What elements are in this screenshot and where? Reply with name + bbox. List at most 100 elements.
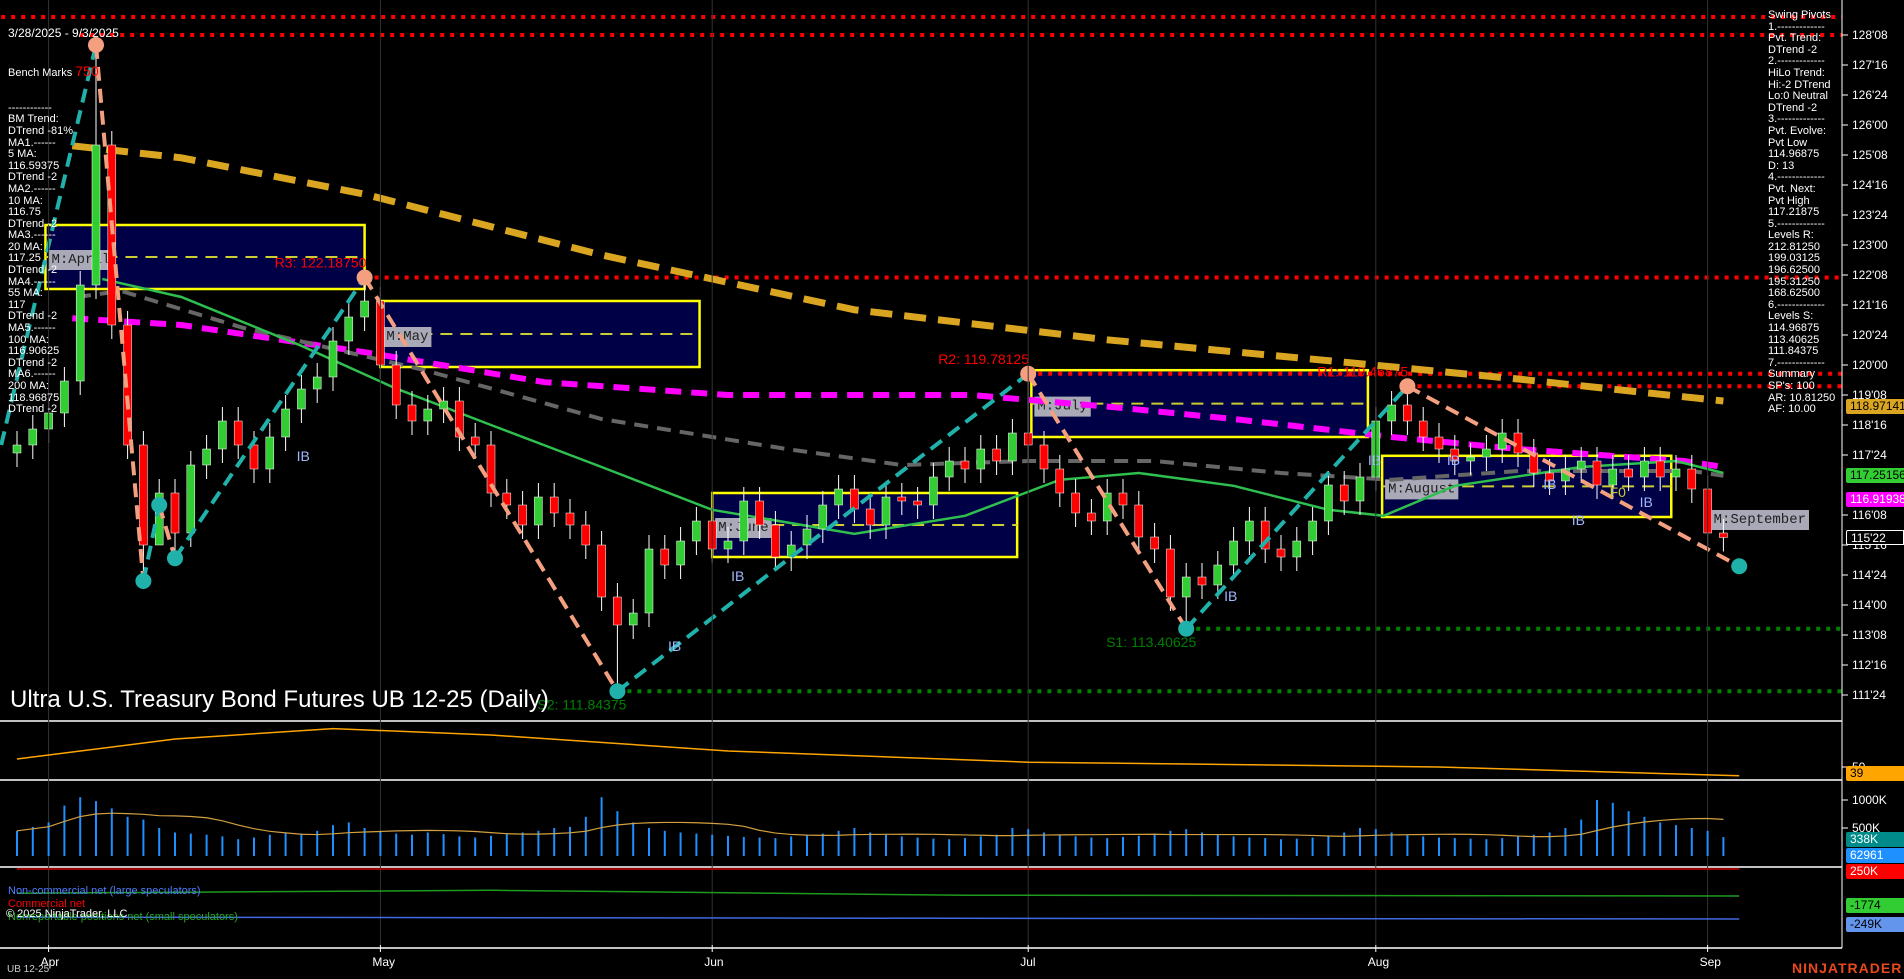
- candle-up: [1245, 521, 1253, 541]
- candle-down: [1403, 405, 1411, 421]
- info-line: Pvt. Evolve:: [1768, 126, 1835, 138]
- candle-down: [1656, 461, 1664, 477]
- swing-pivot-dot: [1178, 621, 1194, 637]
- candle-up: [945, 461, 953, 477]
- y-tick-label: 127'16: [1852, 58, 1888, 72]
- price-badge-last: 115'22: [1846, 530, 1904, 545]
- info-line: MA2.------: [8, 184, 119, 196]
- candle-up: [882, 497, 890, 525]
- ma100-line: [72, 318, 1723, 467]
- candle-up: [1467, 457, 1475, 461]
- ib-marker: IB: [668, 638, 681, 654]
- y-tick-label: 118'16: [1852, 418, 1887, 432]
- copyright: © 2025 NinjaTrader, LLC: [6, 908, 127, 920]
- candle-up: [534, 497, 542, 525]
- candle-up: [218, 421, 226, 449]
- monthly-label: M:May: [386, 329, 428, 345]
- candle-up: [187, 465, 195, 533]
- legend-noncommercial: Non-commercial net (large speculators): [8, 885, 201, 897]
- ib-marker: IB: [1368, 452, 1381, 468]
- candle-down: [1151, 537, 1159, 549]
- ib-marker: IB: [297, 448, 310, 464]
- info-line: 5 MA:: [8, 149, 119, 161]
- main-panel: M:AprilM:MayM:JuneM:JulyM:AugustM:Septem…: [1, 17, 1842, 712]
- info-line: Pvt. Next:: [1768, 184, 1835, 196]
- info-line: 117.21875: [1768, 207, 1835, 219]
- y-tick-label: 114'24: [1852, 568, 1887, 582]
- price-badge-cot_small: -1774: [1846, 898, 1904, 913]
- candle-up: [424, 409, 432, 421]
- candle-down: [598, 545, 606, 597]
- swing-pivot-dot: [167, 550, 183, 566]
- candle-down: [1340, 485, 1348, 501]
- candle-up: [297, 389, 305, 409]
- y-tick-label: 114'00: [1852, 598, 1887, 612]
- candle-down: [1056, 469, 1064, 493]
- price-badge-osc: 39: [1846, 766, 1904, 781]
- candle-up: [13, 445, 21, 453]
- candle-up: [1577, 461, 1585, 469]
- candle-up: [677, 541, 685, 565]
- bench-marks-value: 750: [75, 66, 98, 78]
- info-line: Swing Pivots: [1768, 10, 1835, 22]
- price-badge-ma200: 118.97141: [1846, 399, 1904, 414]
- ib-marker: F0: [1610, 484, 1627, 500]
- y-tick-label: 125'08: [1852, 148, 1888, 162]
- y-tick-label: 117'24: [1852, 448, 1887, 462]
- info-line: AF: 10.00: [1768, 404, 1835, 416]
- pivot-level-label: S2: 111.84375: [537, 696, 626, 712]
- info-line: HiLo Trend:: [1768, 68, 1835, 80]
- swing-pivot-dot: [135, 573, 151, 589]
- candle-up: [440, 401, 448, 409]
- candle-down: [1040, 445, 1048, 469]
- date-range: 3/28/2025 - 9/3/2025: [8, 28, 119, 40]
- pivot-level-label: R2: 119.78125: [938, 351, 1029, 367]
- price-badge-ma100: 116.91938: [1846, 492, 1904, 507]
- price-badge-vol: 338K: [1846, 832, 1904, 847]
- benchmark-panel: 3/28/2025 - 9/3/2025 Bench Marks 750 ---…: [8, 5, 119, 427]
- pivot-level-label: S1: 113.40625: [1106, 634, 1196, 650]
- swing-pivot-dot: [357, 270, 373, 286]
- candle-down: [866, 509, 874, 525]
- x-tick-label: Sep: [1700, 955, 1722, 969]
- candle-up: [1230, 541, 1238, 565]
- candle-up: [1482, 449, 1490, 457]
- price-chart[interactable]: M:AprilM:MayM:JuneM:JulyM:AugustM:Septem…: [0, 0, 1904, 979]
- y-tick-label: 116'08: [1852, 508, 1887, 522]
- chart-title: Ultra U.S. Treasury Bond Futures UB 12-2…: [10, 686, 549, 714]
- candle-up: [1008, 433, 1016, 461]
- cot-small-line: [17, 890, 1739, 896]
- ib-marker: IB: [731, 568, 744, 584]
- info-line: 114.96875: [1768, 149, 1835, 161]
- candle-up: [1388, 405, 1396, 421]
- info-line: SP's: 100: [1768, 381, 1835, 393]
- candle-up: [629, 613, 637, 625]
- candle-down: [1072, 493, 1080, 513]
- y-tick-label: 128'08: [1852, 28, 1888, 42]
- info-line: DTrend -81%: [8, 126, 119, 138]
- monthly-label: M:September: [1714, 512, 1806, 528]
- y-tick-label: 120'00: [1852, 358, 1888, 372]
- candle-down: [1087, 513, 1095, 521]
- candle-down: [471, 437, 479, 445]
- ninjatrader-logo: NINJATRADER: [1792, 960, 1902, 976]
- candle-up: [329, 341, 337, 377]
- candle-down: [1688, 469, 1696, 489]
- y-tick-label: 112'16: [1852, 658, 1887, 672]
- ib-marker: IB: [1572, 512, 1585, 528]
- candle-up: [819, 505, 827, 529]
- candle-up: [282, 409, 290, 437]
- candle-down: [408, 405, 416, 421]
- cot-large-line: [17, 917, 1739, 919]
- candle-down: [1625, 469, 1633, 477]
- price-badge-cot_large: -249K: [1846, 917, 1904, 932]
- candle-down: [613, 597, 621, 625]
- bench-marks-label: Bench Marks: [8, 68, 72, 80]
- candle-down: [550, 497, 558, 513]
- candle-down: [171, 493, 179, 533]
- candle-up: [1309, 521, 1317, 541]
- candle-down: [1198, 577, 1206, 585]
- candle-down: [993, 449, 1001, 461]
- candle-down: [582, 525, 590, 545]
- candle-down: [898, 497, 906, 501]
